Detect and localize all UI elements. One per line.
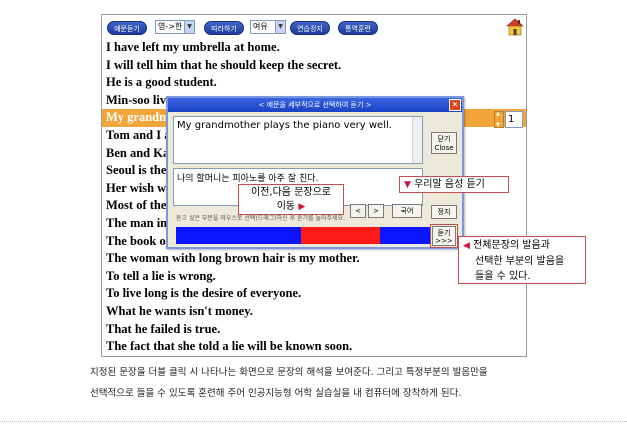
listen-arrows: >>>: [435, 237, 453, 245]
sentence-item[interactable]: To live long is the desire of everyone.: [102, 285, 526, 303]
language-select[interactable]: 영->한 ▼: [155, 20, 195, 34]
sentence-item[interactable]: The fact that she told a lie will be kno…: [102, 338, 526, 356]
stop-button[interactable]: 정지: [431, 205, 457, 219]
english-sentence-box[interactable]: My grandmother plays the piano very well…: [173, 116, 423, 164]
speed-select[interactable]: 여유 ▼: [250, 20, 286, 34]
shadowing-button[interactable]: 통역훈련: [338, 21, 378, 35]
sentence-item[interactable]: He is a good student.: [102, 74, 526, 92]
callout-full-line1: ◀ 전체문장의 발음과: [463, 238, 581, 254]
stop-practice-button[interactable]: 연습정지: [290, 21, 330, 35]
speed-select-value: 여유: [253, 22, 268, 31]
callout-korean-voice: ▼ 우리말 음성 듣기: [399, 176, 509, 193]
callout-korean-voice-text: 우리말 음성 듣기: [414, 179, 485, 190]
repeat-button[interactable]: 따라하기: [204, 21, 244, 35]
listen-sentence-button[interactable]: 예문듣기: [107, 21, 147, 35]
callout-full-sentence: ◀ 전체문장의 발음과 선택한 부분의 발음을 들을 수 있다.: [458, 236, 586, 284]
callout-prev-next-line1: 이전,다음 문장으로: [251, 187, 331, 198]
sentence-item[interactable]: I will tell him that he should keep the …: [102, 57, 526, 75]
caption-line-2: 선택적으로 들을 수 있도록 훈련해 주어 인공지능형 어학 실습실을 내 컴퓨…: [90, 388, 462, 399]
toolbar: 예문듣기 영->한 ▼ 따라하기 여유 ▼ 연습정지 통역훈련: [102, 15, 526, 39]
chevron-down-icon: ▼: [184, 21, 194, 33]
arrow-right-icon: ▶: [298, 202, 306, 212]
scrollbar[interactable]: [412, 117, 422, 163]
divider: [0, 421, 627, 422]
sentence-item[interactable]: That he failed is true.: [102, 321, 526, 339]
korean-translation: 나의 할머니는 피아노를 아주 잘 친다.: [177, 174, 319, 184]
home-icon[interactable]: [506, 18, 524, 36]
callout-prev-next: 이전,다음 문장으로 이동 ▶: [238, 184, 344, 215]
close-button[interactable]: 닫기 Close: [431, 132, 457, 154]
detail-listen-dialog: < 예문을 세부적으로 선택하여 듣기 > ✕ My grandmother p…: [166, 96, 464, 249]
english-sentence: My grandmother plays the piano very well…: [177, 120, 392, 131]
callout-full-text-1: 전체문장의 발음과: [473, 240, 550, 251]
language-select-value: 영->한: [158, 22, 183, 31]
caption-line-1: 지정된 문장을 더블 클릭 시 나타나는 화면으로 문장의 해석을 보여준다. …: [90, 367, 488, 378]
sentence-number-field[interactable]: 1: [505, 111, 523, 128]
close-icon[interactable]: ✕: [449, 99, 461, 111]
selected-segment[interactable]: [300, 227, 380, 244]
arrow-down-icon: ▼: [404, 180, 411, 190]
callout-prev-next-text: 이동: [276, 201, 296, 212]
callout-full-line2: 선택한 부분의 발음을: [475, 256, 565, 267]
korean-voice-button[interactable]: 국어: [392, 204, 422, 218]
sentence-number-stepper[interactable]: [494, 111, 504, 128]
sentence-item[interactable]: What he wants isn't money.: [102, 303, 526, 321]
dialog-title: < 예문을 세부적으로 선택하여 듣기 >: [168, 98, 462, 112]
listen-button[interactable]: 듣기 >>>: [430, 224, 458, 248]
close-label-en: Close: [434, 144, 454, 152]
chevron-down-icon: ▼: [275, 21, 285, 33]
close-label: 닫기: [437, 135, 451, 143]
callout-full-line3: 들을 수 있다.: [475, 271, 531, 282]
selection-bar[interactable]: [176, 227, 431, 244]
callout-prev-next-line2: 이동 ▶: [243, 200, 339, 214]
arrow-left-icon: ◀: [463, 241, 470, 251]
sentence-item[interactable]: I have left my umbrella at home.: [102, 39, 526, 57]
listen-label: 듣기: [437, 229, 451, 237]
